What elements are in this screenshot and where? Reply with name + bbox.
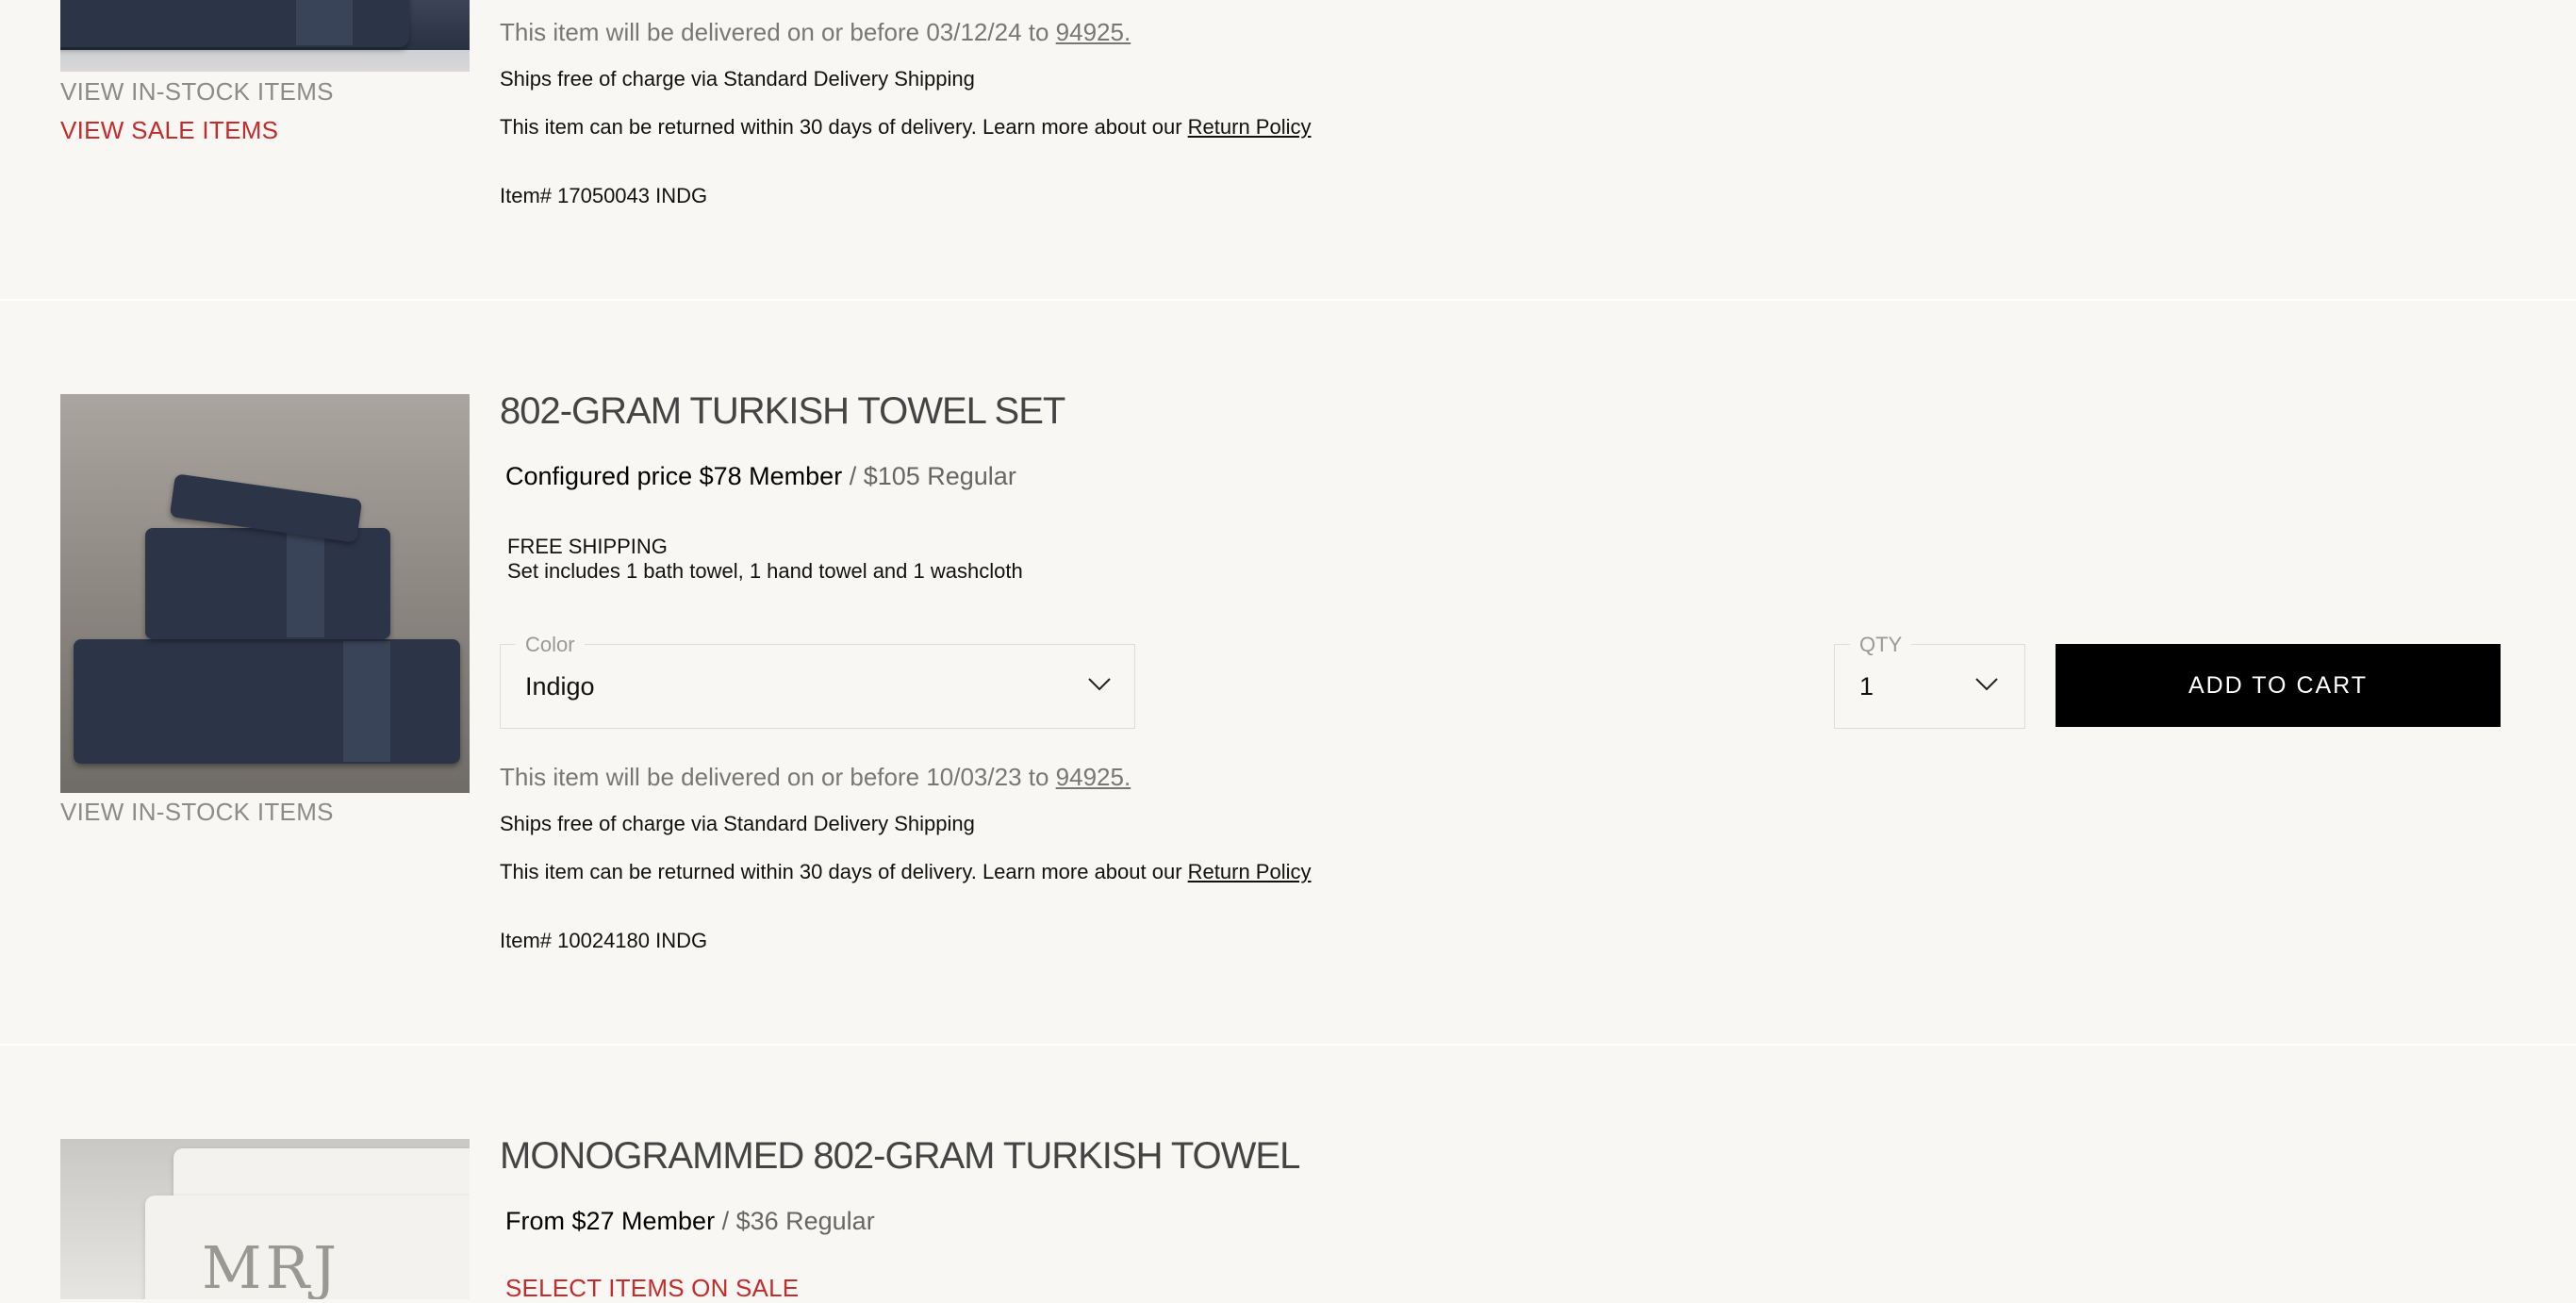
delivery-text: This item will be delivered on or before… <box>500 18 1056 46</box>
free-shipping-label: FREE SHIPPING <box>507 535 668 558</box>
color-value: Indigo <box>525 672 595 701</box>
add-to-cart-button[interactable]: ADD TO CART <box>2056 644 2501 727</box>
monogram-text: MRJ <box>202 1233 341 1299</box>
hand-towel-shape <box>145 528 390 639</box>
return-policy-line: This item can be returned within 30 days… <box>500 860 1312 884</box>
shipping-note: Ships free of charge via Standard Delive… <box>500 812 975 835</box>
qty-select[interactable]: QTY 1 <box>1834 633 2025 729</box>
chevron-down-icon <box>1088 678 1111 691</box>
delivery-zip-link[interactable]: 94925. <box>1056 763 1131 791</box>
view-sale-items-link[interactable]: VIEW SALE ITEMS <box>60 116 278 145</box>
towel-band <box>287 530 324 637</box>
select-items-on-sale-link[interactable]: SELECT ITEMS ON SALE <box>505 1274 799 1303</box>
price-line: Configured price $78 Member / $105 Regul… <box>505 462 1016 491</box>
product-image[interactable] <box>60 394 470 793</box>
towel-band <box>296 0 353 45</box>
set-includes-text: Set includes 1 bath towel, 1 hand towel … <box>507 559 1023 583</box>
color-label: Color <box>516 633 585 657</box>
return-text: This item can be returned within 30 days… <box>500 860 1188 883</box>
delivery-text: This item will be delivered on or before… <box>500 763 1056 791</box>
towel-band <box>343 641 390 762</box>
section-divider <box>0 299 2576 301</box>
chevron-down-icon <box>1975 678 1998 691</box>
return-policy-line: This item can be returned within 30 days… <box>500 115 1312 140</box>
regular-price: / $36 Regular <box>715 1207 875 1235</box>
towel-image-shape <box>60 0 409 47</box>
price-line: From $27 Member / $36 Regular <box>505 1207 875 1236</box>
product-image[interactable]: MRJ <box>60 1139 470 1299</box>
delivery-estimate: This item will be delivered on or before… <box>500 763 1131 792</box>
shipping-note: Ships free of charge via Standard Delive… <box>500 67 975 91</box>
item-number: Item# 10024180 INDG <box>500 929 708 952</box>
regular-price: / $105 Regular <box>842 462 1016 490</box>
member-price: From $27 Member <box>505 1207 716 1235</box>
delivery-estimate: This item will be delivered on or before… <box>500 18 1131 47</box>
item-number: Item# 17050043 INDG <box>500 184 708 207</box>
return-policy-link[interactable]: Return Policy <box>1188 860 1312 883</box>
product-title[interactable]: MONOGRAMMED 802-GRAM TURKISH TOWEL <box>500 1135 1300 1178</box>
product-title[interactable]: 802-GRAM TURKISH TOWEL SET <box>500 390 1065 433</box>
section-divider <box>0 1044 2576 1046</box>
color-select[interactable]: Color Indigo <box>500 633 1135 729</box>
return-policy-link[interactable]: Return Policy <box>1188 115 1312 139</box>
member-price: Configured price $78 Member <box>505 462 843 490</box>
qty-label: QTY <box>1850 633 1912 657</box>
product-image[interactable] <box>60 0 470 72</box>
bath-towel-shape <box>74 639 460 764</box>
delivery-zip-link[interactable]: 94925. <box>1056 18 1131 46</box>
view-in-stock-link[interactable]: VIEW IN-STOCK ITEMS <box>60 798 334 827</box>
qty-value: 1 <box>1859 672 1874 701</box>
return-text: This item can be returned within 30 days… <box>500 115 1188 139</box>
view-in-stock-link[interactable]: VIEW IN-STOCK ITEMS <box>60 77 334 107</box>
